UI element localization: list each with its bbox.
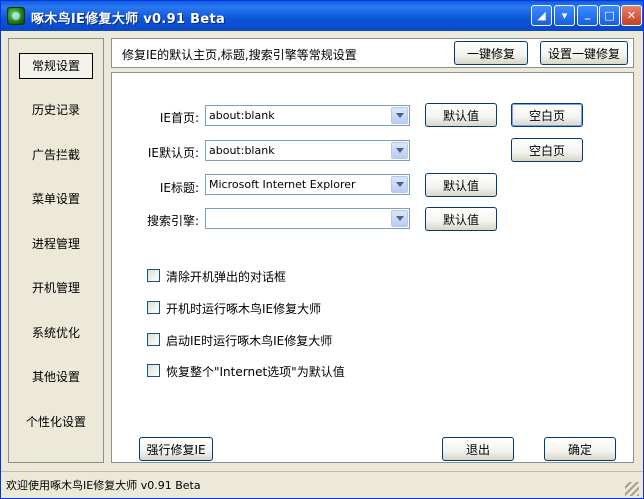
homepage-blank-button[interactable]: 空白页 xyxy=(511,103,583,127)
app-window: 啄木鸟IE修复大师 v0.91 Beta ◢ ▾ _ □ ✕ 常规设置 历史记录… xyxy=(0,0,644,499)
status-text: 欢迎使用啄木鸟IE修复大师 v0.91 Beta xyxy=(6,479,201,492)
sidebar-item-personalize[interactable]: 个性化设置 xyxy=(9,409,103,435)
sidebar-item-process-manager[interactable]: 进程管理 xyxy=(9,231,103,257)
sidebar-item-other-settings[interactable]: 其他设置 xyxy=(9,364,103,390)
sidebar-item-ad-block[interactable]: 广告拦截 xyxy=(9,142,103,168)
chevron-down-icon[interactable] xyxy=(391,176,408,193)
ie-title-default-button[interactable]: 默认值 xyxy=(425,173,497,197)
chevron-down-icon[interactable] xyxy=(391,142,408,159)
status-bar: 欢迎使用啄木鸟IE修复大师 v0.91 Beta xyxy=(1,471,643,498)
set-one-click-repair-button[interactable]: 设置一键修复 xyxy=(540,41,628,65)
sidebar-nav: 常规设置 历史记录 广告拦截 菜单设置 进程管理 开机管理 系统优化 其他设置 … xyxy=(8,38,104,463)
default-page-label: IE默认页: xyxy=(147,146,199,160)
chevron-down-icon[interactable] xyxy=(391,107,408,124)
menu-button[interactable]: ▾ xyxy=(554,5,575,26)
resize-grip-icon[interactable] xyxy=(625,482,639,496)
clear-startup-dialog-label: 清除开机弹出的对话框 xyxy=(166,270,287,284)
restore-internet-options-checkbox[interactable] xyxy=(147,364,160,377)
homepage-label: IE首页: xyxy=(159,111,199,125)
force-repair-button[interactable]: 强行修复IE xyxy=(139,437,213,461)
ie-title-label: IE标题: xyxy=(159,181,199,195)
restore-internet-options-label: 恢复整个"Internet选项"为默认值 xyxy=(166,365,345,379)
sidebar-item-startup-manager[interactable]: 开机管理 xyxy=(9,275,103,301)
page-header: 修复IE的默认主页,标题,搜索引擎等常规设置 一键修复 设置一键修复 xyxy=(111,38,634,68)
maximize-button[interactable]: □ xyxy=(599,5,620,26)
default-page-combo[interactable]: about:blank xyxy=(205,140,410,161)
exit-button[interactable]: 退出 xyxy=(442,437,514,461)
search-engine-combo[interactable] xyxy=(205,208,410,229)
run-on-ie-start-label: 启动IE时运行啄木鸟IE修复大师 xyxy=(166,334,333,348)
homepage-combo[interactable]: about:blank xyxy=(205,105,410,126)
default-page-value: about:blank xyxy=(209,144,275,157)
search-engine-label: 搜索引擎: xyxy=(146,214,199,228)
clear-startup-dialog-checkbox[interactable] xyxy=(147,269,160,282)
sidebar-item-history[interactable]: 历史记录 xyxy=(9,97,103,123)
default-page-blank-button[interactable]: 空白页 xyxy=(511,138,583,162)
search-engine-default-button[interactable]: 默认值 xyxy=(425,207,497,231)
window-title: 啄木鸟IE修复大师 v0.91 Beta xyxy=(31,12,226,27)
one-click-repair-button[interactable]: 一键修复 xyxy=(454,41,528,65)
sidebar-item-general[interactable]: 常规设置 xyxy=(19,53,93,79)
run-on-boot-checkbox[interactable] xyxy=(147,301,160,314)
help-button[interactable]: ◢ xyxy=(531,5,552,26)
homepage-default-button[interactable]: 默认值 xyxy=(425,103,497,127)
app-logo-icon xyxy=(7,7,25,25)
homepage-value: about:blank xyxy=(209,109,275,122)
ie-title-combo[interactable]: Microsoft Internet Explorer xyxy=(205,174,410,195)
ie-title-value: Microsoft Internet Explorer xyxy=(209,178,356,191)
sidebar-item-system-optimize[interactable]: 系统优化 xyxy=(9,320,103,346)
minimize-button[interactable]: _ xyxy=(577,5,598,26)
sidebar-item-menu-settings[interactable]: 菜单设置 xyxy=(9,186,103,212)
chevron-down-icon[interactable] xyxy=(391,210,408,227)
ok-button[interactable]: 确定 xyxy=(544,437,616,461)
run-on-ie-start-checkbox[interactable] xyxy=(147,333,160,346)
page-description: 修复IE的默认主页,标题,搜索引擎等常规设置 xyxy=(122,48,357,62)
title-bar[interactable]: 啄木鸟IE修复大师 v0.91 Beta ◢ ▾ _ □ ✕ xyxy=(1,1,643,31)
settings-panel: IE首页: about:blank 默认值 空白页 IE默认页: about:b… xyxy=(111,72,634,463)
run-on-boot-label: 开机时运行啄木鸟IE修复大师 xyxy=(166,302,322,316)
close-button[interactable]: ✕ xyxy=(621,5,642,26)
